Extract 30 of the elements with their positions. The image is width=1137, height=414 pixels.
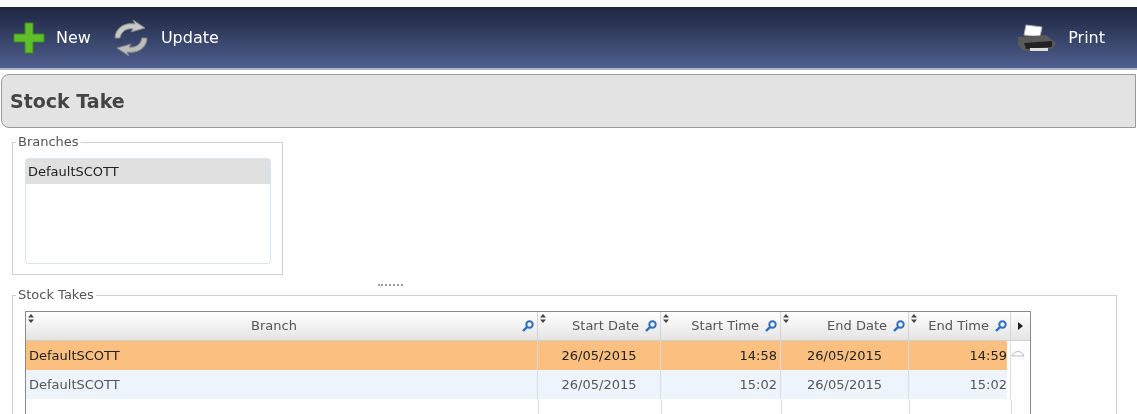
scroll-right-icon[interactable] (1018, 322, 1023, 330)
table-cell: 15:02 (909, 370, 1011, 399)
column-header[interactable]: Branch (26, 312, 538, 340)
splitter-handle[interactable] (378, 284, 403, 288)
search-icon[interactable] (893, 320, 905, 332)
column-header[interactable]: Start Date (538, 312, 661, 340)
print-button[interactable]: Print (1016, 22, 1105, 53)
table-cell: DefaultSCOTT (26, 370, 538, 399)
search-icon[interactable] (765, 320, 777, 332)
search-icon[interactable] (995, 320, 1007, 332)
sort-icon[interactable] (663, 314, 669, 323)
column-header[interactable]: Start Time (661, 312, 781, 340)
printer-icon (1016, 22, 1059, 53)
sort-icon[interactable] (28, 314, 34, 323)
table-cell: 26/05/2015 (781, 370, 909, 399)
search-icon[interactable] (645, 320, 657, 332)
column-header[interactable]: End Date (781, 312, 909, 340)
sort-icon[interactable] (540, 314, 546, 323)
list-item[interactable]: DefaultSCOTT (26, 159, 270, 184)
plus-icon (12, 20, 46, 55)
column-header[interactable]: End Time (909, 312, 1011, 340)
search-icon[interactable] (522, 320, 534, 332)
sort-icon[interactable] (911, 314, 917, 323)
new-button[interactable]: New (12, 20, 91, 55)
update-button[interactable]: Update (110, 19, 219, 56)
sort-icon[interactable] (783, 314, 789, 323)
page-title: Stock Take (10, 88, 125, 114)
scroll-thumb-icon[interactable] (1011, 349, 1025, 357)
table-cell: 26/05/2015 (538, 370, 661, 399)
table-cell: 15:02 (661, 370, 781, 399)
